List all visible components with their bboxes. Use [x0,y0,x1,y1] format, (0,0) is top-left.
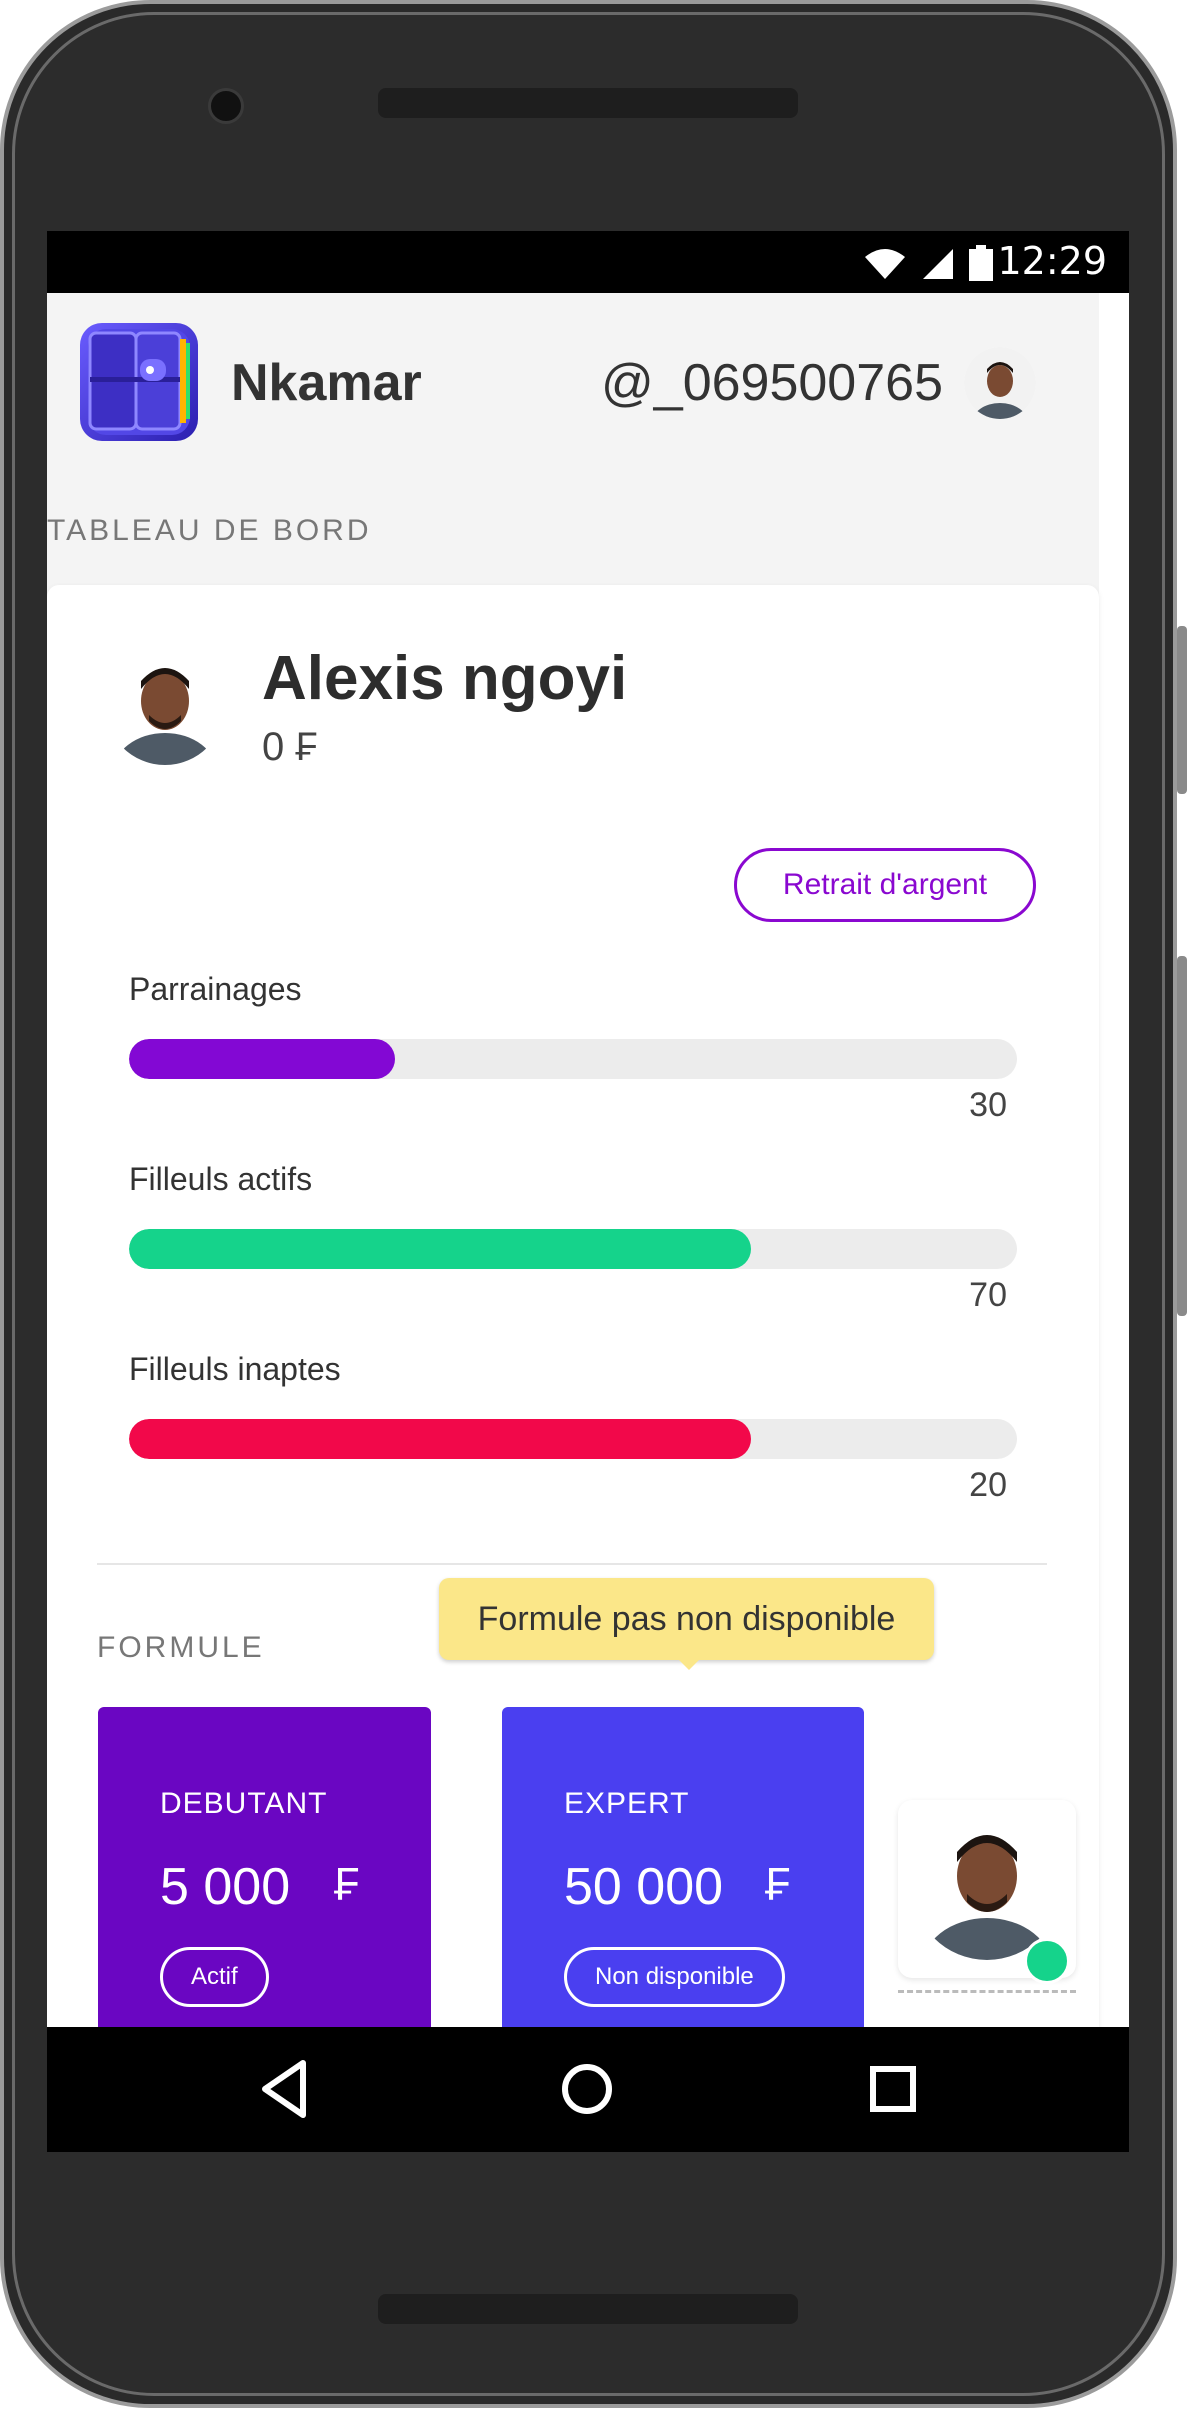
power-button [1177,956,1187,1316]
header-avatar[interactable] [964,347,1036,419]
signal-icon [923,249,953,279]
plan-price: 50 000 [564,1858,724,1916]
stat-filleuls-inaptes: Filleuls inaptes 20 [129,1351,1017,1504]
front-camera [208,88,244,124]
android-nav-bar [47,2027,1129,2152]
stat-track [129,1419,1017,1459]
plan-name: EXPERT [564,1787,690,1820]
plan-status-button[interactable]: Actif [160,1947,269,2007]
stat-value: 70 [969,1276,1007,1314]
user-avatar-icon [964,347,1036,419]
app-logo [80,323,198,441]
status-bar: 12:29 [47,231,1129,293]
stat-value: 30 [969,1086,1007,1124]
earpiece-speaker [378,88,798,118]
stat-value: 20 [969,1466,1007,1504]
plan-currency: ₣ [765,1858,791,1910]
online-status-dot [1024,1938,1070,1984]
plan-name: DEBUTANT [160,1787,328,1820]
chat-underline [898,1990,1076,1993]
stat-label: Filleuls inaptes [129,1351,341,1387]
plan-status-button[interactable]: Non disponible [564,1947,785,2007]
recents-icon[interactable] [853,2049,933,2129]
stat-bar [129,1229,751,1269]
stat-filleuls-actifs: Filleuls actifs 70 [129,1161,1017,1314]
stat-track [129,1039,1017,1079]
battery-icon [969,245,993,281]
user-avatar-icon [912,1810,1062,1960]
username-label[interactable]: @_069500765 [601,353,943,413]
withdraw-button[interactable]: Retrait d'argent [734,848,1036,922]
stat-label: Filleuls actifs [129,1161,313,1197]
app-header: Nkamar @_069500765 [47,293,1099,473]
stat-bar [129,1419,751,1459]
profile-balance: 0 ₣ [262,725,318,769]
app-name: Nkamar [231,354,422,412]
stat-track [129,1229,1017,1269]
stat-bar [129,1039,396,1079]
wifi-icon [865,249,905,279]
dashboard-title: TABLEAU DE BORD [47,514,372,547]
volume-button [1177,626,1187,794]
tooltip-arrow [677,1658,701,1670]
bottom-speaker [378,2294,798,2324]
floating-chat-bubble[interactable] [898,1800,1076,1984]
plan-price: 5 000 [160,1858,291,1916]
back-icon[interactable] [247,2049,327,2129]
tooltip: Formule pas non disponible [439,1578,934,1660]
user-avatar-icon [105,645,225,765]
status-icons [863,245,993,281]
chat-avatar [912,1810,1062,1960]
stat-label: Parrainages [129,971,302,1007]
formule-title: FORMULE [97,1631,265,1664]
device-screen: 12:29 Nkamar @_069500765 TABLEAU DE BORD… [47,231,1129,2152]
profile-name: Alexis ngoyi [262,644,628,713]
profile-avatar [105,645,225,765]
stat-parrainages: Parrainages 30 [129,971,1017,1124]
status-time: 12:29 [997,239,1107,283]
wallet-icon [88,329,190,435]
home-icon[interactable] [547,2049,627,2129]
divider [97,1563,1047,1565]
scrollbar[interactable] [1099,293,1129,2079]
plan-currency: ₣ [334,1858,360,1910]
